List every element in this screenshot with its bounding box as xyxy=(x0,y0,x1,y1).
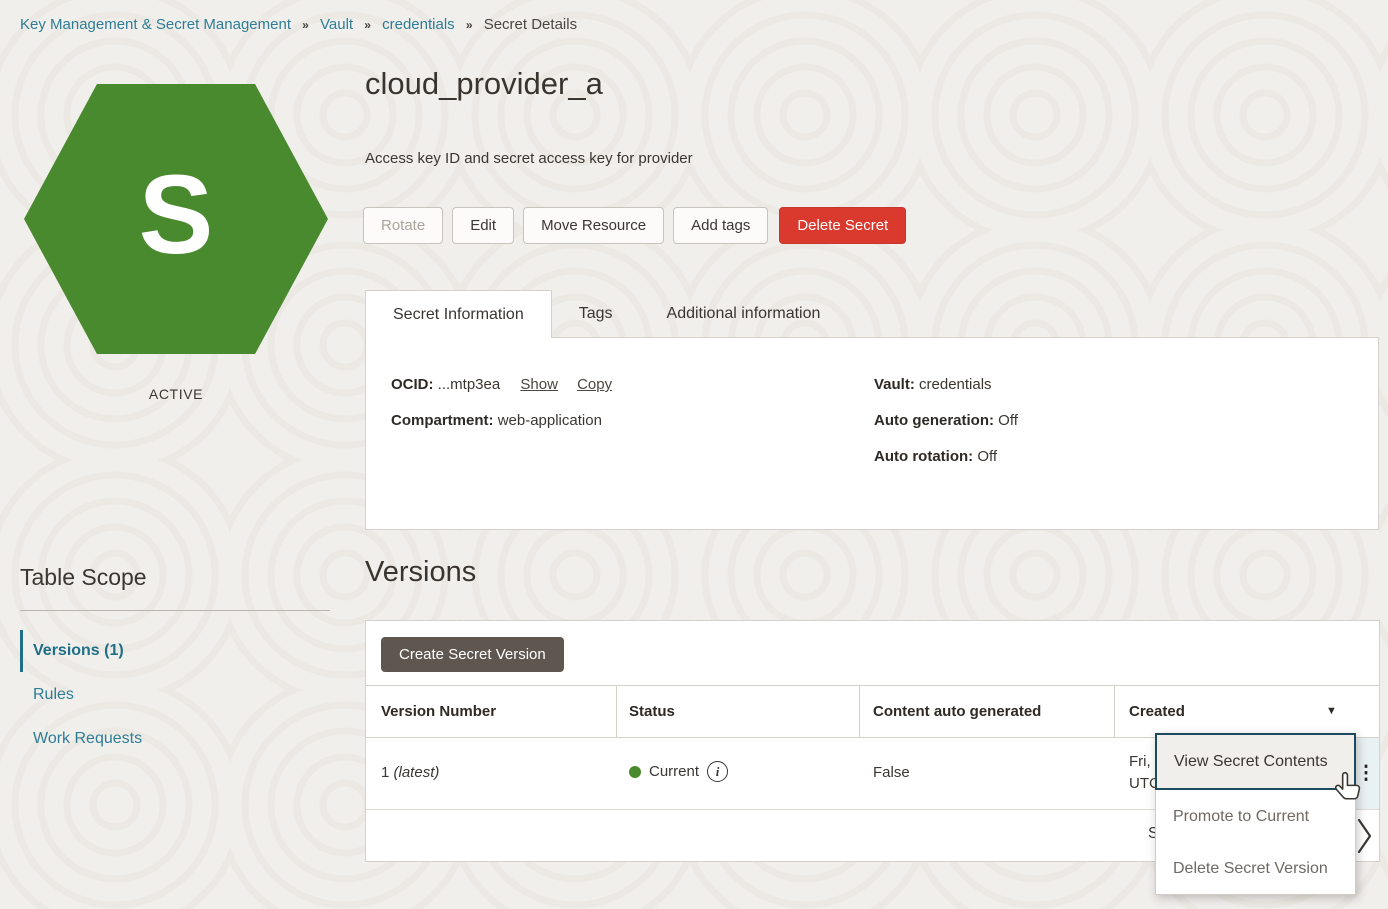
auto-generation-value: Off xyxy=(998,412,1018,429)
auto-rotation-value: Off xyxy=(977,448,997,465)
scope-nav: Versions (1) Rules Work Requests xyxy=(20,640,330,772)
tab-additional-information[interactable]: Additional information xyxy=(640,290,848,337)
column-header-content-auto-generated[interactable]: Content auto generated xyxy=(873,686,1041,737)
menu-item-delete-secret-version[interactable]: Delete Secret Version xyxy=(1156,843,1355,895)
row-context-menu: View Secret Contents Promote to Current … xyxy=(1155,733,1356,895)
page-title: cloud_provider_a xyxy=(365,66,603,102)
breadcrumb-separator-icon: » xyxy=(466,18,473,32)
vault-label: Vault: xyxy=(874,376,915,393)
chevron-right-icon xyxy=(1356,816,1374,856)
show-ocid-link[interactable]: Show xyxy=(520,376,558,393)
ocid-label: OCID: xyxy=(391,376,434,393)
rotate-button[interactable]: Rotate xyxy=(363,207,443,244)
menu-item-view-secret-contents[interactable]: View Secret Contents xyxy=(1155,733,1356,790)
row-actions-cell[interactable]: ⋮ xyxy=(1353,738,1379,809)
versions-heading: Versions xyxy=(365,556,476,589)
info-icon[interactable]: i xyxy=(707,761,728,782)
column-divider xyxy=(616,686,617,737)
cell-version-number: 1 (latest) xyxy=(381,764,439,781)
move-resource-button[interactable]: Move Resource xyxy=(523,207,664,244)
auto-generation-row: Auto generation: Off xyxy=(874,412,1018,429)
status-badge: ACTIVE xyxy=(24,386,328,402)
secret-hexagon-avatar: S xyxy=(24,84,328,354)
edit-button[interactable]: Edit xyxy=(452,207,514,244)
status-text: Current xyxy=(649,763,699,780)
tab-secret-information[interactable]: Secret Information xyxy=(365,290,552,338)
auto-generation-label: Auto generation: xyxy=(874,412,994,429)
version-note: (latest) xyxy=(394,764,440,781)
ocid-value: ...mtp3ea xyxy=(438,376,501,393)
detail-tabs: Secret Information Tags Additional infor… xyxy=(365,290,847,338)
auto-rotation-row: Auto rotation: Off xyxy=(874,448,1018,465)
scope-divider xyxy=(20,610,330,611)
vault-value: credentials xyxy=(919,376,992,393)
breadcrumb-link-vault[interactable]: Vault xyxy=(320,16,353,33)
cell-content-auto-generated: False xyxy=(873,764,910,781)
kebab-menu-icon[interactable]: ⋮ xyxy=(1357,764,1376,783)
breadcrumb-link-credentials[interactable]: credentials xyxy=(382,16,455,33)
compartment-label: Compartment: xyxy=(391,412,494,429)
breadcrumb: Key Management & Secret Management » Vau… xyxy=(20,16,577,33)
breadcrumb-separator-icon: » xyxy=(302,18,309,32)
column-header-created[interactable]: Created xyxy=(1129,686,1185,737)
cell-status: Current i xyxy=(629,761,728,782)
tab-tags[interactable]: Tags xyxy=(552,290,640,337)
add-tags-button[interactable]: Add tags xyxy=(673,207,768,244)
info-column-left: OCID: ...mtp3ea Show Copy Compartment: w… xyxy=(391,376,612,448)
copy-ocid-link[interactable]: Copy xyxy=(577,376,612,393)
page-description: Access key ID and secret access key for … xyxy=(365,150,693,167)
info-column-right: Vault: credentials Auto generation: Off … xyxy=(874,376,1018,484)
breadcrumb-separator-icon: » xyxy=(364,18,371,32)
action-button-row: Rotate Edit Move Resource Add tags Delet… xyxy=(363,207,906,244)
breadcrumb-link-key-management[interactable]: Key Management & Secret Management xyxy=(20,16,291,33)
avatar-letter: S xyxy=(139,159,214,271)
secret-information-panel: OCID: ...mtp3ea Show Copy Compartment: w… xyxy=(365,337,1379,530)
column-divider xyxy=(1114,686,1115,737)
column-header-version-number[interactable]: Version Number xyxy=(381,686,496,737)
sort-descending-icon[interactable]: ▼ xyxy=(1326,686,1337,737)
delete-secret-button[interactable]: Delete Secret xyxy=(779,207,906,244)
sidebar-item-versions[interactable]: Versions (1) xyxy=(20,640,330,662)
auto-rotation-label: Auto rotation: xyxy=(874,448,973,465)
status-dot-icon xyxy=(629,766,641,778)
breadcrumb-current: Secret Details xyxy=(484,16,577,33)
column-header-status[interactable]: Status xyxy=(629,686,675,737)
version-number: 1 xyxy=(381,764,389,781)
ocid-row: OCID: ...mtp3ea Show Copy xyxy=(391,376,612,393)
menu-item-promote-to-current[interactable]: Promote to Current xyxy=(1156,790,1355,843)
versions-table-header: Version Number Status Content auto gener… xyxy=(366,685,1379,738)
sidebar-item-rules[interactable]: Rules xyxy=(20,684,330,706)
create-secret-version-button[interactable]: Create Secret Version xyxy=(381,637,564,672)
sidebar-item-work-requests[interactable]: Work Requests xyxy=(20,728,330,750)
compartment-value: web-application xyxy=(498,412,602,429)
table-scope-title: Table Scope xyxy=(20,564,147,591)
pagination-next-button[interactable] xyxy=(1356,816,1374,861)
compartment-row: Compartment: web-application xyxy=(391,412,612,429)
vault-row: Vault: credentials xyxy=(874,376,1018,393)
column-divider xyxy=(859,686,860,737)
secret-details-page: Key Management & Secret Management » Vau… xyxy=(0,0,1388,909)
